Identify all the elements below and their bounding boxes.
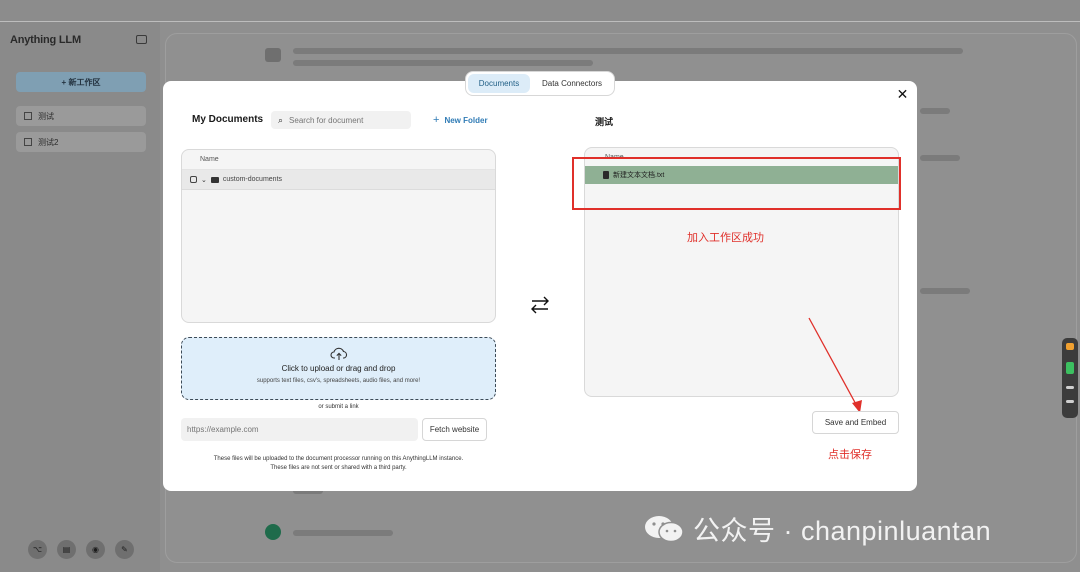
assistant-avatar [265,48,281,62]
url-input[interactable] [181,418,418,441]
list-item[interactable]: ⌄ custom-documents [182,170,495,190]
upload-subtitle: supports text files, csv's, spreadsheets… [256,378,421,384]
chat-text-line [293,530,393,536]
workspace-title: 测试 [595,117,614,127]
annotation-added-success: 加入工作区成功 [687,232,764,244]
new-folder-label: New Folder [444,115,488,125]
annotation-highlight-box [572,157,901,210]
chat-text-line [920,288,970,294]
sidebar-item-workspace[interactable]: 测试2 [16,132,146,152]
privacy-note: These files will be uploaded to the docu… [181,455,496,473]
column-header-name: Name [182,150,495,170]
upload-title: Click to upload or drag and drop [281,364,396,373]
folder-name: custom-documents [222,176,283,183]
top-bar [0,0,1080,22]
app-sidebar: Anything LLM + 新工作区 测试 测试2 ⌥ ▤ ◉ ✎ [0,22,160,572]
watermark-text: 公众号 · chanpinluantan [693,516,992,546]
sidebar-toggle-icon[interactable] [136,35,147,44]
save-and-embed-button[interactable]: Save and Embed [812,411,899,434]
chat-text-line [293,48,963,54]
close-icon[interactable]: ✕ [896,87,909,101]
chat-text-line [293,60,593,66]
docs-icon[interactable]: ▤ [57,540,76,559]
tab-documents[interactable]: Documents [468,74,530,93]
github-icon[interactable]: ⌥ [28,540,47,559]
sidebar-item-workspace[interactable]: 测试 [16,106,146,126]
document-search[interactable]: ⌕ [271,111,411,129]
upload-dropzone[interactable]: Click to upload or drag and drop support… [181,337,496,400]
privacy-note-line: These files will be uploaded to the docu… [213,456,464,462]
sidebar-item-label: 测试 [38,111,54,121]
workspace-icon [24,112,32,120]
annotation-arrow [808,317,862,413]
new-folder-button[interactable]: + New Folder [433,114,488,126]
search-input[interactable] [289,115,400,125]
sidebar-item-label: 测试2 [38,137,59,147]
new-workspace-button[interactable]: + 新工作区 [16,72,146,92]
modal-tabs: Documents Data Connectors [465,71,615,96]
chevron-down-icon[interactable]: ⌄ [201,176,207,184]
my-documents-title: My Documents [192,114,264,125]
chat-text-line [920,155,960,161]
annotation-click-save: 点击保存 [828,449,872,461]
plus-icon: + [433,114,440,126]
workspace-icon [24,138,32,146]
folder-icon [210,176,219,183]
tab-data-connectors[interactable]: Data Connectors [532,74,612,93]
chat-text-line [920,108,950,114]
network-monitor-widget [1062,338,1078,418]
sidebar-footer: ⌥ ▤ ◉ ✎ [28,540,134,559]
my-documents-list: Name ⌄ custom-documents [181,149,496,323]
settings-icon[interactable]: ✎ [115,540,134,559]
swap-arrows-icon [529,295,551,315]
row-checkbox[interactable] [190,176,197,183]
or-submit-link-label: or submit a link [318,404,359,410]
watermark: 公众号 · chanpinluantan [643,509,991,548]
user-avatar [265,524,281,540]
privacy-note-line: These files are not sent or shared with … [270,465,407,471]
discord-icon[interactable]: ◉ [86,540,105,559]
cloud-upload-icon [182,347,495,361]
fetch-website-button[interactable]: Fetch website [422,418,487,441]
search-icon: ⌕ [278,114,284,125]
brand-logo: Anything LLM [10,34,81,46]
wechat-icon [643,514,685,544]
